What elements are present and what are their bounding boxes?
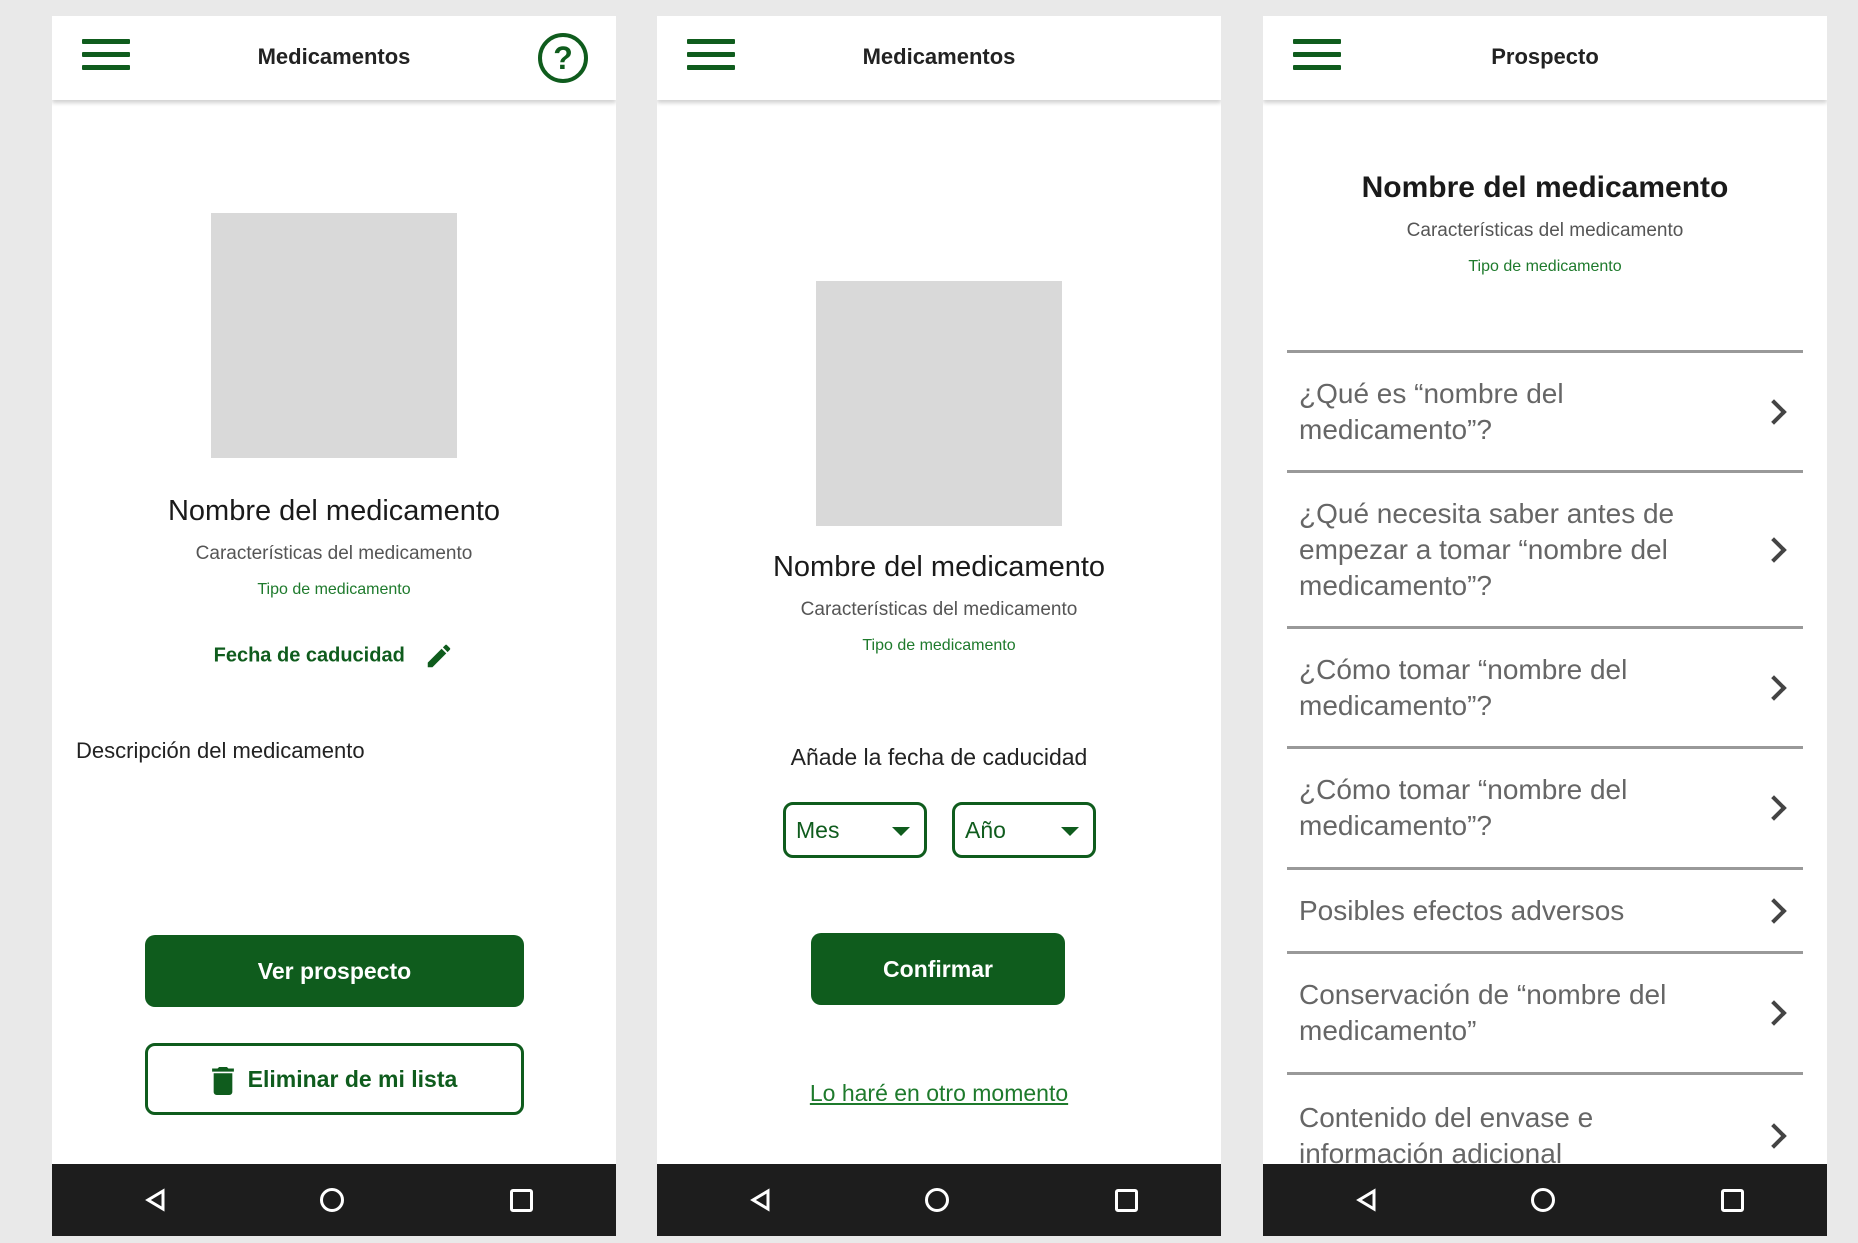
chevron-down-icon: [892, 827, 910, 836]
medication-description: Descripción del medicamento: [76, 738, 365, 763]
medication-type: Tipo de medicamento: [257, 581, 411, 598]
chevron-right-icon: [1761, 674, 1787, 701]
view-leaflet-button[interactable]: Ver prospecto: [145, 935, 524, 1007]
chevron-right-icon: [1761, 897, 1787, 924]
medication-image: [816, 281, 1062, 526]
month-select[interactable]: Mes: [783, 802, 927, 858]
leaflet-section-label: ¿Cómo tomar “nombre del medicamento”?: [1299, 774, 1628, 841]
medication-characteristics: Características del medicamento: [195, 543, 473, 564]
recent-apps-icon[interactable]: [510, 1189, 533, 1212]
view-leaflet-button-label: Ver prospecto: [257, 958, 412, 984]
confirm-button-label: Confirmar: [883, 956, 993, 982]
leaflet-section-label: Conservación de “nombre del medicamento”: [1299, 979, 1667, 1046]
back-icon[interactable]: [1355, 1188, 1377, 1212]
pencil-icon[interactable]: [424, 641, 454, 671]
app-bar: Medicamentos: [657, 16, 1221, 100]
leaflet-section-item[interactable]: Posibles efectos adversos: [1287, 870, 1803, 954]
page-title: Prospecto: [1491, 44, 1599, 69]
system-nav-bar: [1263, 1164, 1827, 1236]
page-title: Medicamentos: [257, 44, 411, 69]
month-select-value: Mes: [796, 817, 840, 843]
screen-add-expiry: Medicamentos Nombre del medicamento Cara…: [657, 16, 1221, 1236]
leaflet-section-label: Contenido del envase e información adici…: [1299, 1102, 1594, 1169]
leaflet-section-item[interactable]: ¿Qué es “nombre del medicamento”?: [1287, 353, 1803, 473]
screen-medication-detail: Medicamentos ? Nombre del medicamento Ca…: [52, 16, 616, 1236]
chevron-right-icon: [1761, 795, 1787, 821]
medication-name: Nombre del medicamento: [772, 551, 1106, 583]
medication-characteristics: Características del medicamento: [800, 599, 1078, 620]
medication-characteristics: Características del medicamento: [1406, 220, 1684, 241]
expiry-date-label: Fecha de caducidad: [213, 644, 405, 667]
home-icon[interactable]: [1531, 1188, 1555, 1212]
leaflet-section-item[interactable]: ¿Cómo tomar “nombre del medicamento”?: [1287, 629, 1803, 749]
year-select[interactable]: Año: [952, 802, 1096, 858]
remove-from-list-button[interactable]: Eliminar de mi lista: [145, 1043, 524, 1115]
leaflet-section-item[interactable]: Conservación de “nombre del medicamento”: [1287, 954, 1803, 1075]
leaflet-section-list: ¿Qué es “nombre del medicamento”? ¿Qué n…: [1287, 350, 1803, 1197]
app-bar: Prospecto: [1263, 16, 1827, 100]
add-expiry-label: Añade la fecha de caducidad: [790, 744, 1088, 770]
medication-name: Nombre del medicamento: [1361, 171, 1729, 204]
later-link[interactable]: Lo haré en otro momento: [657, 1080, 1221, 1107]
medication-image: [211, 213, 457, 458]
leaflet-section-label: Posibles efectos adversos: [1299, 894, 1625, 926]
medication-type: Tipo de medicamento: [1468, 258, 1622, 275]
screen-leaflet: Prospecto Nombre del medicamento Caracte…: [1263, 16, 1827, 1236]
medication-name: Nombre del medicamento: [167, 495, 501, 527]
chevron-right-icon: [1761, 1000, 1787, 1026]
remove-from-list-label: Eliminar de mi lista: [247, 1066, 458, 1092]
help-icon[interactable]: ?: [538, 33, 588, 83]
home-icon[interactable]: [320, 1188, 344, 1212]
year-select-value: Año: [965, 817, 1006, 843]
chevron-down-icon: [1061, 827, 1079, 836]
recent-apps-icon[interactable]: [1115, 1189, 1138, 1212]
leaflet-section-label: ¿Qué es “nombre del medicamento”?: [1299, 377, 1564, 445]
expiry-date-row: Fecha de caducidad: [52, 641, 616, 671]
recent-apps-icon[interactable]: [1721, 1189, 1744, 1212]
page-title: Medicamentos: [862, 44, 1016, 69]
back-icon[interactable]: [144, 1188, 166, 1212]
leaflet-section-label: ¿Cómo tomar “nombre del medicamento”?: [1299, 653, 1628, 721]
chevron-right-icon: [1761, 1123, 1787, 1149]
trash-icon: [211, 1066, 234, 1095]
medication-type: Tipo de medicamento: [862, 637, 1016, 654]
leaflet-section-label: ¿Qué necesita saber antes de empezar a t…: [1299, 497, 1675, 601]
chevron-right-icon: [1761, 536, 1787, 563]
home-icon[interactable]: [925, 1188, 949, 1212]
confirm-button[interactable]: Confirmar: [811, 933, 1065, 1005]
system-nav-bar: [657, 1164, 1221, 1236]
leaflet-section-item[interactable]: ¿Qué necesita saber antes de empezar a t…: [1287, 473, 1803, 629]
system-nav-bar: [52, 1164, 616, 1236]
chevron-right-icon: [1761, 398, 1787, 425]
leaflet-section-item[interactable]: ¿Cómo tomar “nombre del medicamento”?: [1287, 749, 1803, 870]
app-bar: Medicamentos ?: [52, 16, 616, 100]
back-icon[interactable]: [749, 1188, 771, 1212]
